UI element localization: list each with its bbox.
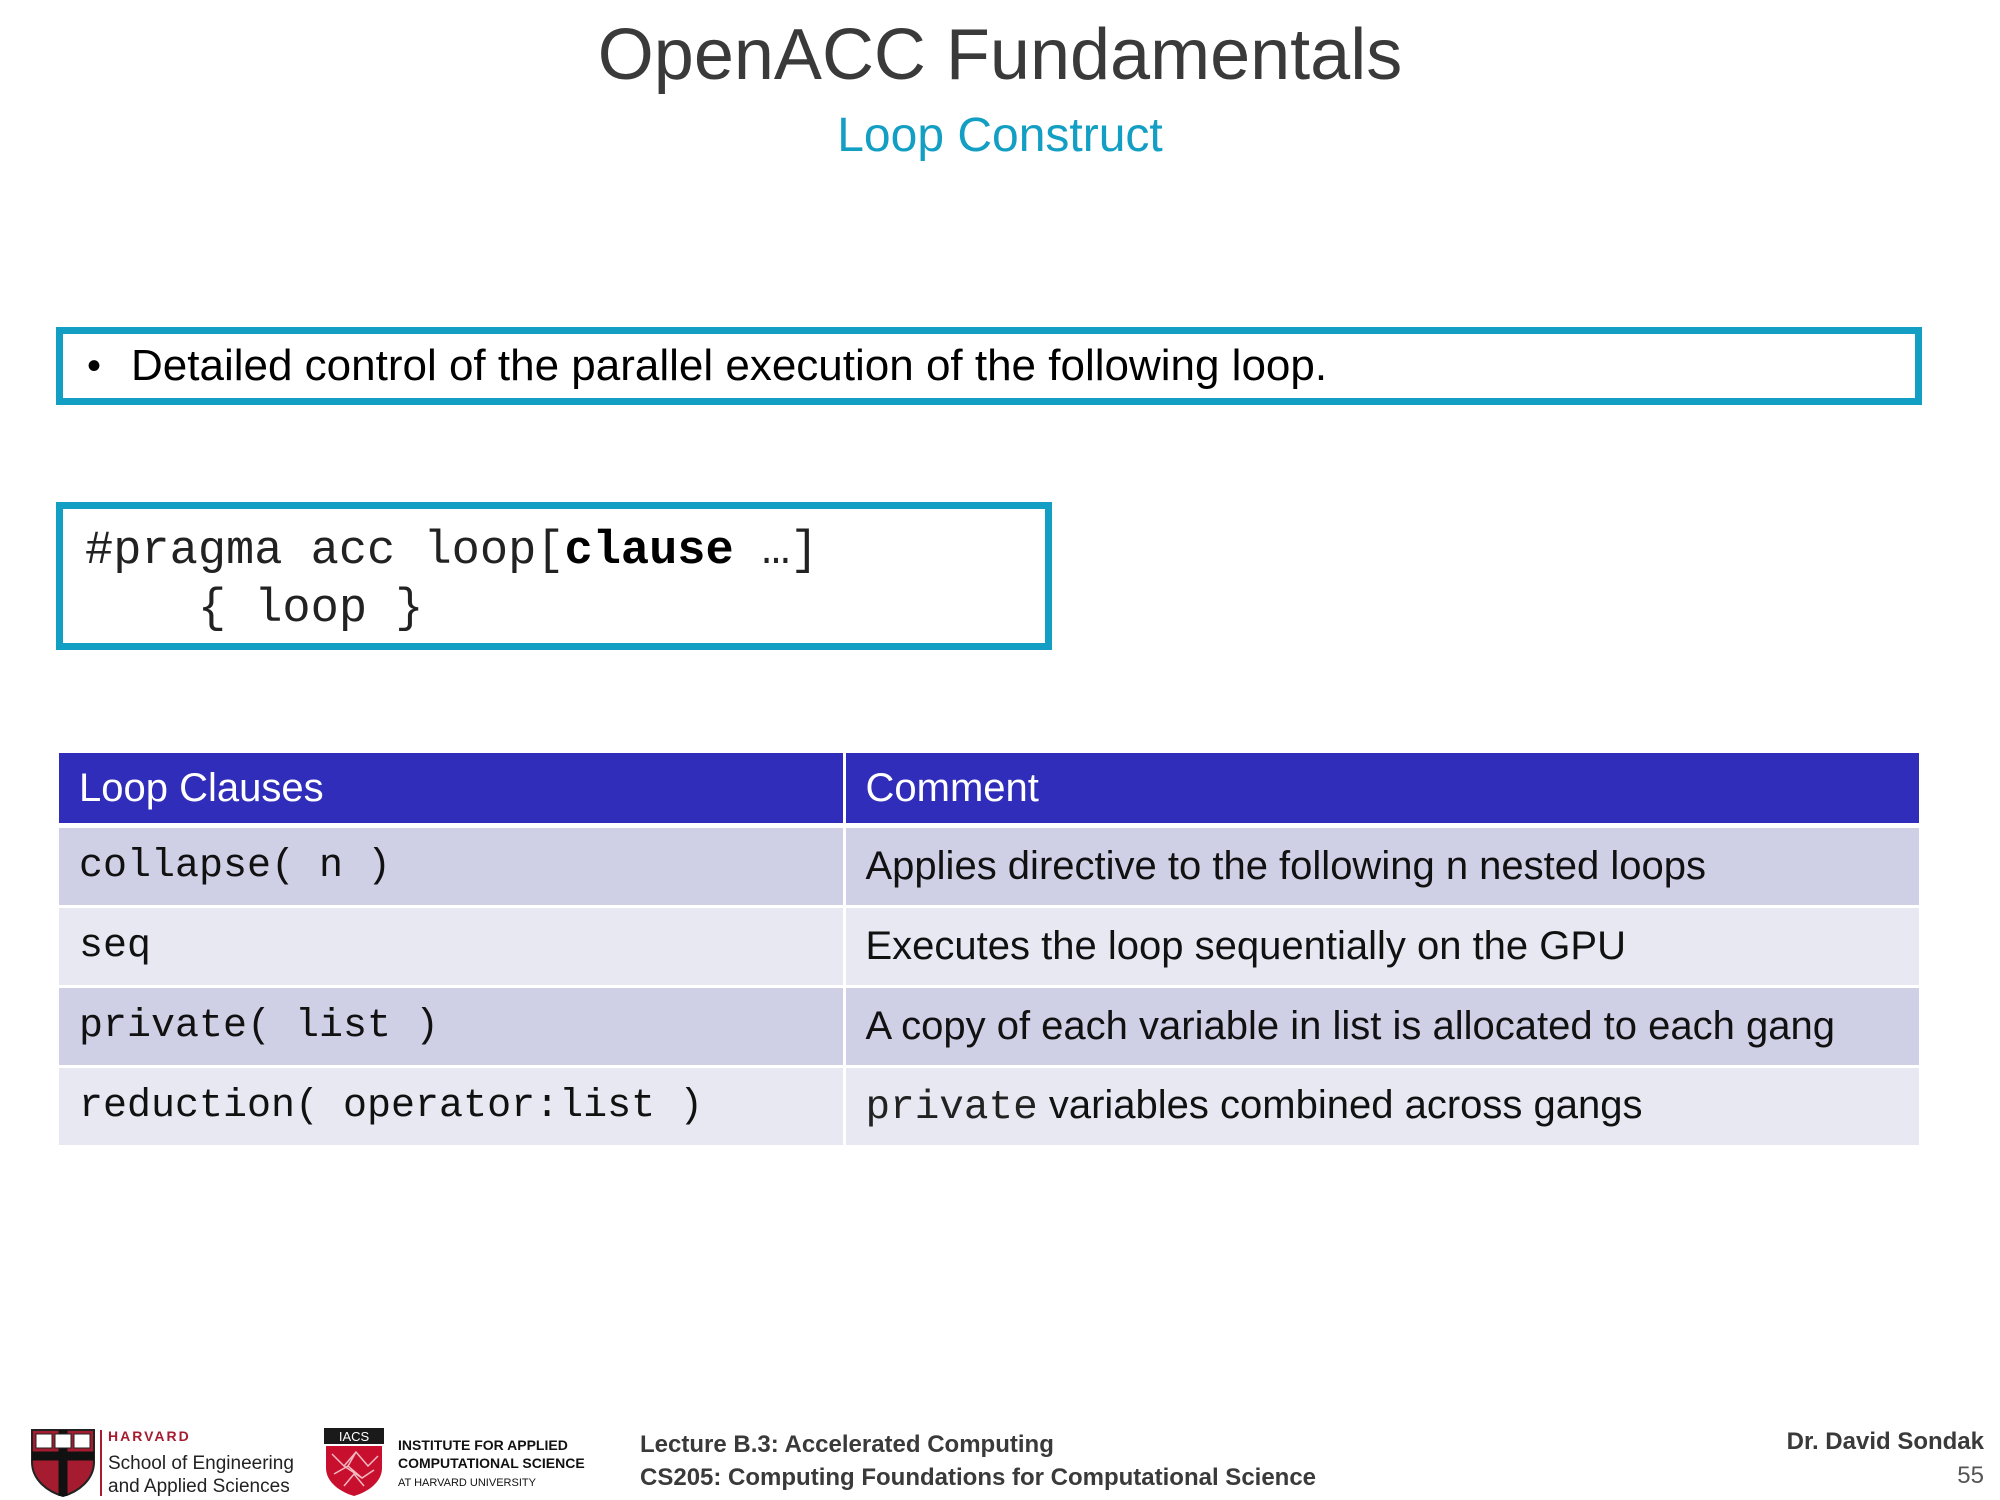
footer-divider <box>100 1430 102 1496</box>
code-line-2: { loop } <box>85 583 424 636</box>
bullet-box: • Detailed control of the parallel execu… <box>56 327 1922 405</box>
comment-cell: Applies directive to the following n nes… <box>844 825 1919 908</box>
clause-cell: private( list ) <box>59 986 846 1068</box>
iacs-name: INSTITUTE FOR APPLIED COMPUTATIONAL SCIE… <box>398 1436 585 1492</box>
bullet-marker: • <box>87 343 102 388</box>
iacs-line-1: INSTITUTE FOR APPLIED <box>398 1437 568 1453</box>
header-loop-clauses: Loop Clauses <box>59 753 846 828</box>
slide-subtitle: Loop Construct <box>837 109 1163 162</box>
iacs-badge-text: IACS <box>339 1429 370 1444</box>
seas-line-2: and Applied Sciences <box>108 1476 290 1497</box>
clause-cell: reduction( operator:list ) <box>59 1066 846 1148</box>
table-header-row: Loop Clauses Comment <box>59 753 1919 828</box>
iacs-line-2: COMPUTATIONAL SCIENCE <box>398 1455 585 1471</box>
author-name: Dr. David Sondak <box>1786 1428 1984 1455</box>
code-suffix: …] <box>733 525 819 578</box>
bullet-text: Detailed control of the parallel executi… <box>131 341 1328 390</box>
table-row: private( list ) A copy of each variable … <box>59 986 1919 1068</box>
course-title: CS205: Computing Foundations for Computa… <box>640 1464 1317 1491</box>
header-comment: Comment <box>844 753 1919 828</box>
seas-line-1: School of Engineering <box>108 1453 294 1474</box>
code-line-1: #pragma acc loop[clause …] <box>85 523 1045 581</box>
code-prefix: #pragma acc loop[ <box>85 525 565 578</box>
comment-cell: Executes the loop sequentially on the GP… <box>844 906 1919 988</box>
lecture-title: Lecture B.3: Accelerated Computing <box>640 1431 1054 1458</box>
comment-code: private <box>865 1084 1038 1131</box>
iacs-line-3: AT HARVARD UNIVERSITY <box>398 1477 536 1489</box>
table-row: reduction( operator:list ) private varia… <box>59 1066 1919 1148</box>
clause-cell: seq <box>59 906 846 988</box>
code-keyword: clause <box>564 525 734 578</box>
iacs-shield-logo: IACS <box>324 1428 384 1496</box>
seas-name: School of Engineering and Applied Scienc… <box>108 1452 294 1498</box>
table-row: seq Executes the loop sequentially on th… <box>59 906 1919 988</box>
footer-lecture-info: Lecture B.3: Accelerated Computing CS205… <box>640 1428 1316 1494</box>
code-box: #pragma acc loop[clause …] { loop } <box>56 502 1052 650</box>
clause-cell: collapse( n ) <box>59 825 846 908</box>
harvard-shield-logo <box>31 1429 95 1498</box>
comment-cell: A copy of each variable in list is alloc… <box>844 986 1919 1068</box>
comment-cell: private variables combined across gangs <box>844 1066 1919 1148</box>
table-row: collapse( n ) Applies directive to the f… <box>59 825 1919 908</box>
slide-title: OpenACC Fundamentals <box>597 15 1403 95</box>
loop-clauses-table: Loop Clauses Comment collapse( n ) Appli… <box>59 753 1919 1148</box>
comment-text: variables combined across gangs <box>1037 1082 1643 1127</box>
harvard-wordmark: HARVARD <box>108 1428 191 1444</box>
page-number: 55 <box>1957 1462 1984 1489</box>
